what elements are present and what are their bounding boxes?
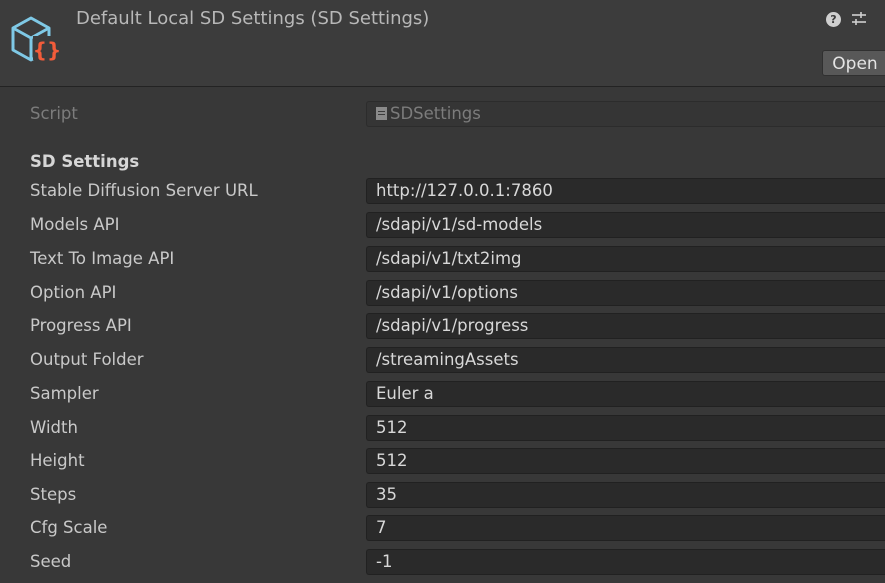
field-row-width: Width 512 <box>0 413 885 443</box>
field-row-models-api: Models API /sdapi/v1/sd-models <box>0 210 885 240</box>
field-label: Models API <box>30 215 120 234</box>
cfg-scale-input[interactable]: 7 <box>366 515 885 541</box>
field-label: Sampler <box>30 384 99 403</box>
section-header: SD Settings <box>30 152 140 171</box>
field-label: Progress API <box>30 316 132 335</box>
inspector-title: Default Local SD Settings (SD Settings) <box>76 8 430 29</box>
field-label: Output Folder <box>30 350 144 369</box>
field-label: Width <box>30 418 78 437</box>
script-label: Script <box>30 104 78 123</box>
field-label: Option API <box>30 283 117 302</box>
height-input[interactable]: 512 <box>366 448 885 474</box>
open-button[interactable]: Open <box>822 50 885 76</box>
inspector-header: {} Default Local SD Settings (SD Setting… <box>0 0 885 87</box>
script-field: SDSettings <box>366 101 885 127</box>
option-api-input[interactable]: /sdapi/v1/options <box>366 280 885 306</box>
field-row-seed: Seed -1 <box>0 547 885 577</box>
width-input[interactable]: 512 <box>366 415 885 441</box>
preset-sliders-icon[interactable] <box>850 10 868 28</box>
server-url-input[interactable]: http://127.0.0.1:7860 <box>366 178 885 204</box>
field-label: Seed <box>30 552 72 571</box>
field-row-sampler: Sampler Euler a <box>0 379 885 409</box>
field-label: Height <box>30 451 85 470</box>
field-label: Cfg Scale <box>30 518 108 537</box>
field-row-cfg-scale: Cfg Scale 7 <box>0 513 885 543</box>
txt2img-api-input[interactable]: /sdapi/v1/txt2img <box>366 246 885 272</box>
field-row-output-folder: Output Folder /streamingAssets <box>0 345 885 375</box>
field-label: Stable Diffusion Server URL <box>30 181 258 200</box>
field-row-progress-api: Progress API /sdapi/v1/progress <box>0 311 885 341</box>
seed-input[interactable]: -1 <box>366 549 885 575</box>
field-label: Steps <box>30 485 77 504</box>
inspector-body: Script SDSettings SD Settings Stable Dif… <box>0 87 885 583</box>
field-label: Text To Image API <box>30 249 175 268</box>
script-value: SDSettings <box>390 104 481 123</box>
field-row-option-api: Option API /sdapi/v1/options <box>0 278 885 308</box>
help-icon[interactable]: ? <box>826 12 841 27</box>
script-row: Script SDSettings <box>0 99 885 129</box>
output-folder-input[interactable]: /streamingAssets <box>366 347 885 373</box>
field-row-server-url: Stable Diffusion Server URL http://127.0… <box>0 176 885 206</box>
field-row-height: Height 512 <box>0 446 885 476</box>
svg-text:{}: {} <box>33 38 61 62</box>
models-api-input[interactable]: /sdapi/v1/sd-models <box>366 212 885 238</box>
scriptable-object-icon: {} <box>11 16 61 62</box>
field-row-txt2img-api: Text To Image API /sdapi/v1/txt2img <box>0 244 885 274</box>
sampler-input[interactable]: Euler a <box>366 381 885 407</box>
steps-input[interactable]: 35 <box>366 482 885 508</box>
progress-api-input[interactable]: /sdapi/v1/progress <box>366 313 885 339</box>
script-file-icon <box>376 107 387 120</box>
field-row-steps: Steps 35 <box>0 480 885 510</box>
